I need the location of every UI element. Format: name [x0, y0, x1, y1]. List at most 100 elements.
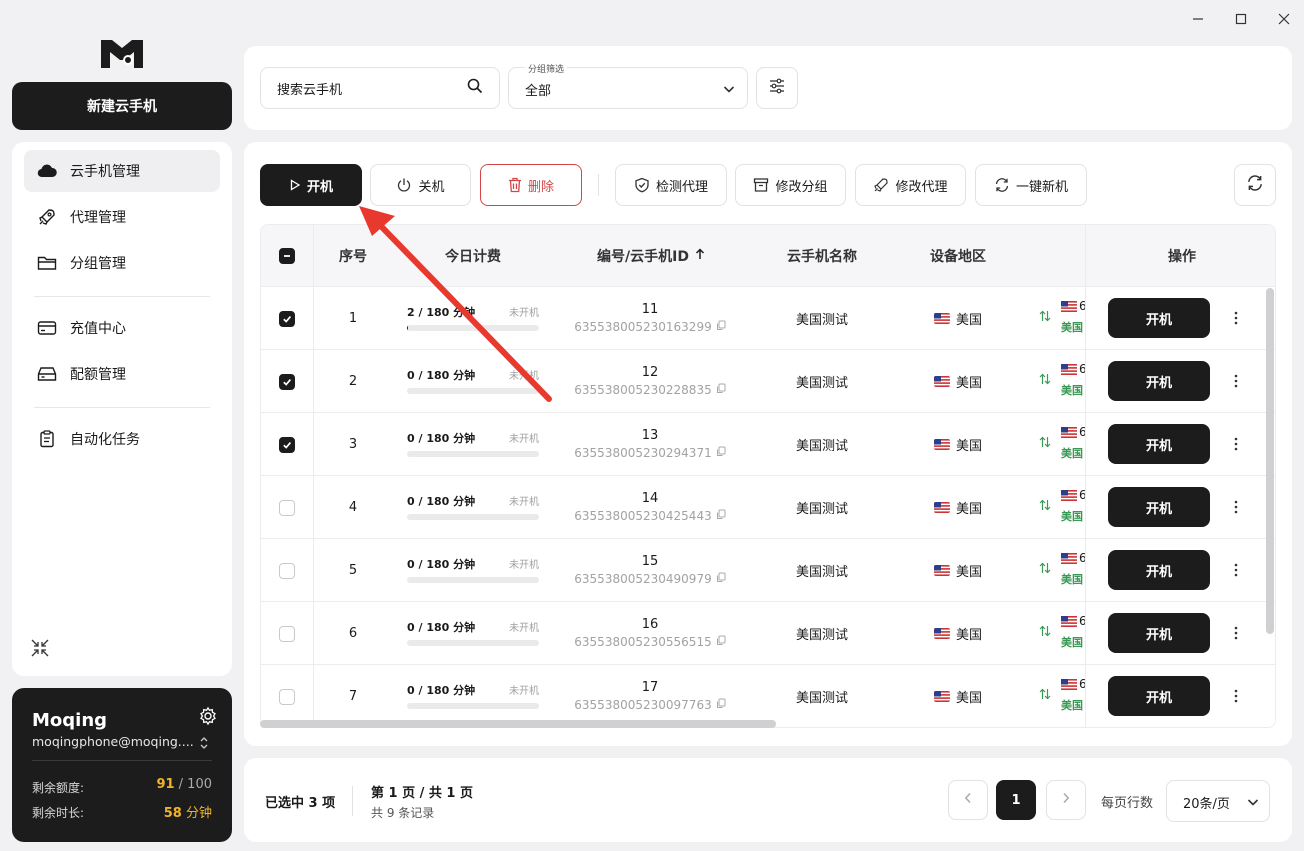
sort-arrow-up-icon: [695, 248, 705, 264]
group-filter-select[interactable]: 分组筛选 全部: [508, 62, 748, 109]
quota-value: 91 / 100: [138, 777, 212, 792]
page-button-current[interactable]: 1: [996, 780, 1036, 820]
selected-count: 已选中 3 项: [265, 796, 336, 811]
copy-icon[interactable]: [716, 635, 726, 649]
more-actions-icon[interactable]: [1230, 371, 1242, 391]
phone-number: 16: [641, 617, 659, 632]
collapse-sidebar-icon[interactable]: [30, 638, 50, 658]
sync-arrows-icon: [1039, 372, 1051, 389]
sidebar-item-cloud-phones[interactable]: 云手机管理: [24, 150, 220, 192]
row-divider: [1086, 349, 1275, 350]
header-id[interactable]: 编号/云手机ID: [553, 225, 749, 287]
new-cloud-phone-button[interactable]: 新建云手机: [12, 82, 232, 130]
row-checkbox[interactable]: [279, 436, 295, 453]
copy-icon[interactable]: [716, 572, 726, 586]
edit-proxy-button[interactable]: 修改代理: [855, 164, 966, 206]
usage-meter: 0 / 180 分钟 未开机: [407, 665, 539, 727]
stop-button[interactable]: 关机: [370, 164, 471, 206]
more-actions-icon[interactable]: [1230, 308, 1242, 328]
reload-button[interactable]: [1234, 164, 1276, 206]
row-start-button[interactable]: 开机: [1108, 424, 1210, 464]
play-icon: [289, 179, 301, 191]
sidebar-item-groups[interactable]: 分组管理: [24, 242, 220, 284]
row-start-button[interactable]: 开机: [1108, 676, 1210, 716]
usage-label: 0 / 180 分钟: [407, 621, 476, 634]
horizontal-scrollbar[interactable]: [260, 720, 776, 728]
sidebar-item-proxies[interactable]: 代理管理: [24, 196, 220, 238]
copy-icon[interactable]: [716, 320, 726, 334]
reload-icon: [1246, 174, 1264, 196]
device-region: 美国: [895, 413, 1021, 476]
more-actions-icon[interactable]: [1230, 497, 1242, 517]
prev-page-button[interactable]: [948, 780, 988, 820]
copy-icon[interactable]: [716, 446, 726, 460]
vertical-scrollbar[interactable]: [1266, 288, 1274, 634]
footer-divider: [352, 786, 353, 816]
drive-icon: [36, 363, 58, 385]
search-input[interactable]: 搜索云手机: [260, 67, 500, 109]
minimize-icon[interactable]: [1187, 8, 1209, 30]
maximize-icon[interactable]: [1230, 8, 1252, 30]
phone-number: 11: [641, 302, 659, 317]
sidebar-item-recharge[interactable]: 充值中心: [24, 307, 220, 349]
us-flag-icon: [1061, 679, 1077, 694]
us-flag-icon: [933, 439, 950, 450]
row-start-button[interactable]: 开机: [1108, 298, 1210, 338]
network-info: 6美国: [1059, 301, 1085, 341]
row-checkbox[interactable]: [279, 625, 295, 642]
row-start-button[interactable]: 开机: [1108, 361, 1210, 401]
check-proxy-button[interactable]: 检测代理: [615, 164, 727, 206]
row-select-cell: [261, 413, 313, 476]
us-flag-icon: [933, 565, 950, 576]
next-page-button[interactable]: [1046, 780, 1086, 820]
copy-icon[interactable]: [716, 383, 726, 397]
cloud-phone-id: 635538005230556515: [567, 635, 733, 649]
phone-name: 美国测试: [795, 376, 848, 391]
close-icon[interactable]: [1273, 8, 1295, 30]
row-start-button[interactable]: 开机: [1108, 613, 1210, 653]
rows-per-page-select[interactable]: 20条/页: [1166, 780, 1270, 822]
sidebar-item-label: 充值中心: [70, 321, 126, 337]
row-checkbox[interactable]: [279, 310, 295, 327]
region-label: 美国: [955, 691, 982, 706]
row-checkbox[interactable]: [279, 688, 295, 705]
header-region: 设备地区: [930, 249, 986, 265]
sync-arrows-icon: [1039, 624, 1051, 641]
row-checkbox[interactable]: [279, 562, 295, 579]
select-all-checkbox[interactable]: [279, 248, 295, 264]
quota-used: 91: [156, 777, 175, 792]
chevron-down-icon: [723, 83, 735, 98]
more-actions-icon[interactable]: [1230, 623, 1242, 643]
more-actions-icon[interactable]: [1230, 434, 1242, 454]
cloud-phone-id-text: 635538005230228835: [574, 383, 712, 397]
row-start-button[interactable]: 开机: [1108, 550, 1210, 590]
row-checkbox[interactable]: [279, 373, 295, 390]
header-id-label: 编号/云手机ID: [597, 249, 689, 265]
row-checkbox[interactable]: [279, 499, 295, 516]
more-actions-icon[interactable]: [1230, 686, 1242, 706]
sidebar-item-label: 云手机管理: [70, 164, 140, 180]
id-cell: 14 635538005230425443: [567, 476, 733, 539]
usage-meter: 2 / 180 分钟 未开机: [407, 287, 539, 350]
usage-label: 0 / 180 分钟: [407, 558, 476, 571]
phone-number: 13: [641, 428, 659, 443]
copy-icon[interactable]: [716, 698, 726, 712]
one-click-new-button[interactable]: 一键新机: [975, 164, 1087, 206]
delete-button[interactable]: 删除: [480, 164, 582, 206]
settings-gear-icon[interactable]: [198, 706, 218, 726]
usage-meter: 0 / 180 分钟 未开机: [407, 602, 539, 665]
copy-icon[interactable]: [716, 509, 726, 523]
edit-group-button[interactable]: 修改分组: [735, 164, 846, 206]
row-start-button[interactable]: 开机: [1108, 487, 1210, 527]
sidebar-item-automation[interactable]: 自动化任务: [24, 418, 220, 460]
filter-settings-button[interactable]: [756, 67, 798, 109]
sidebar-item-quota[interactable]: 配额管理: [24, 353, 220, 395]
more-actions-icon[interactable]: [1230, 560, 1242, 580]
start-button[interactable]: 开机: [260, 164, 362, 206]
us-flag-icon: [933, 313, 950, 324]
account-switch-icon[interactable]: [198, 736, 210, 750]
folder-icon: [36, 252, 58, 274]
search-icon[interactable]: [467, 78, 483, 98]
sync-arrows-icon: [1039, 309, 1051, 326]
phone-name: 美国测试: [795, 313, 848, 328]
